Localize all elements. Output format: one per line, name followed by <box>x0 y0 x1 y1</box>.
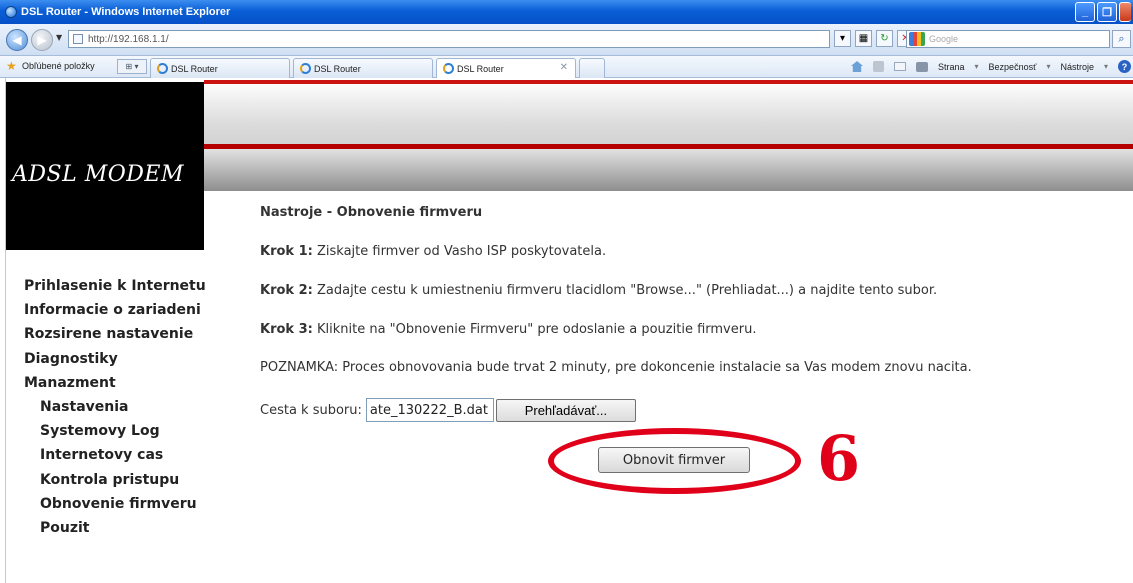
tab-label: DSL Router <box>457 63 504 74</box>
tools-menu[interactable]: Nástroje <box>1060 62 1094 72</box>
feeds-icon[interactable] <box>873 61 884 72</box>
logo-block: ADSL MODEM <box>6 82 204 250</box>
minimize-button[interactable]: _ <box>1075 2 1095 22</box>
annotation-step-number: 6 <box>817 422 861 495</box>
search-input[interactable]: Google <box>906 30 1110 48</box>
home-icon[interactable] <box>851 61 863 72</box>
ie-icon <box>5 6 17 18</box>
page-icon <box>73 34 83 44</box>
sidebar-item-apply[interactable]: Pouzit <box>24 516 206 540</box>
sidebar-item-diagnostics[interactable]: Diagnostiky <box>24 347 206 371</box>
tab-label: DSL Router <box>171 63 218 74</box>
address-toolbar: ◀ ▶ ▼ http://192.168.1.1/ ▾ ▦ ↻ ✕ Google… <box>0 24 1133 56</box>
refresh-icon[interactable]: ↻ <box>876 30 893 47</box>
file-path-row: Cesta k suboru: ate_130222_B.dat Prehľad… <box>260 398 636 422</box>
tab-ie-icon <box>300 63 311 74</box>
step-3-text: Kliknite na "Obnovenie Firmveru" pre odo… <box>316 322 757 337</box>
file-path-input[interactable]: ate_130222_B.dat <box>365 398 494 422</box>
page-title: Nastroje - Obnovenie firmveru <box>260 205 483 220</box>
window-titlebar: DSL Router - Windows Internet Explorer _… <box>0 0 1133 24</box>
sidebar-item-firmware-update[interactable]: Obnovenie firmveru <box>24 492 206 516</box>
step-2-text: Zadajte cestu k umiestneniu firmveru tla… <box>316 283 938 298</box>
tab-3-active[interactable]: DSL Router ✕ <box>436 58 576 78</box>
step-3: Krok 3: Kliknite na "Obnovenie Firmveru"… <box>260 322 756 337</box>
logo-text: ADSL MODEM <box>12 162 184 187</box>
print-icon[interactable] <box>916 61 928 72</box>
close-button[interactable] <box>1119 2 1131 22</box>
quick-tabs-button[interactable]: ⊞ ▾ <box>117 59 147 74</box>
search-icon[interactable]: ⌕ <box>1112 30 1131 48</box>
tab-ie-icon <box>443 63 454 74</box>
address-dropdown-icon[interactable]: ▾ <box>834 30 851 47</box>
forward-button[interactable]: ▶ <box>31 29 53 51</box>
step-3-label: Krok 3: <box>260 322 313 337</box>
page-menu[interactable]: Strana <box>938 62 965 72</box>
sidebar-item-device-info[interactable]: Informacie o zariadeni <box>24 298 206 322</box>
address-input[interactable]: http://192.168.1.1/ <box>68 30 830 48</box>
tab-ie-icon <box>157 63 168 74</box>
chevron-down-icon: ▾ <box>974 62 979 71</box>
sidebar-item-system-log[interactable]: Systemovy Log <box>24 419 206 443</box>
step-1: Krok 1: Ziskajte firmver od Vasho ISP po… <box>260 244 606 259</box>
favorites-label[interactable]: Obľúbené položky <box>22 61 95 71</box>
tab-close-icon[interactable]: ✕ <box>560 62 568 73</box>
compatibility-icon[interactable]: ▦ <box>855 30 872 47</box>
annotation-highlight-ellipse <box>548 428 801 494</box>
header-banner-lower <box>204 149 1133 191</box>
file-path-label: Cesta k suboru: <box>260 402 362 418</box>
step-1-text: Ziskajte firmver od Vasho ISP poskytovat… <box>316 244 607 259</box>
command-bar: Strana ▾ Bezpečnosť ▾ Nástroje ▾ ? <box>851 60 1131 73</box>
tab-2[interactable]: DSL Router <box>293 58 433 78</box>
address-actions: ▾ ▦ ↻ ✕ <box>834 30 914 47</box>
mail-icon[interactable] <box>894 62 906 71</box>
sidebar-item-advanced-setup[interactable]: Rozsirene nastavenie <box>24 322 206 346</box>
search-placeholder: Google <box>929 34 959 44</box>
browse-button[interactable]: Prehľadávať... <box>495 398 636 422</box>
favorites-bar: ★ Obľúbené položky ⊞ ▾ DSL Router DSL Ro… <box>0 56 1133 78</box>
sidebar-item-internet-time[interactable]: Internetovy cas <box>24 443 206 467</box>
maximize-button[interactable]: ❐ <box>1097 2 1117 22</box>
history-dropdown-icon[interactable]: ▼ <box>56 33 62 42</box>
sidebar-menu: Prihlasenie k Internetu Informacie o zar… <box>24 274 206 540</box>
header-red-line-top <box>204 80 1133 84</box>
safety-menu[interactable]: Bezpečnosť <box>989 62 1037 72</box>
help-icon[interactable]: ? <box>1118 60 1131 73</box>
step-1-label: Krok 1: <box>260 244 313 259</box>
new-tab-button[interactable] <box>579 58 605 78</box>
back-button[interactable]: ◀ <box>6 29 28 51</box>
google-logo-icon <box>909 32 925 46</box>
step-2-label: Krok 2: <box>260 283 313 298</box>
window-title: DSL Router - Windows Internet Explorer <box>21 6 231 18</box>
chevron-down-icon: ▾ <box>1103 62 1108 71</box>
sidebar-item-management[interactable]: Manazment <box>24 371 206 395</box>
sidebar-item-access-control[interactable]: Kontrola pristupu <box>24 468 206 492</box>
sidebar-item-settings[interactable]: Nastavenia <box>24 395 206 419</box>
favorites-star-icon[interactable]: ★ <box>6 59 17 73</box>
step-2: Krok 2: Zadajte cestu k umiestneniu firm… <box>260 283 937 298</box>
tab-1[interactable]: DSL Router <box>150 58 290 78</box>
sidebar-item-internet-login[interactable]: Prihlasenie k Internetu <box>24 274 206 298</box>
tab-label: DSL Router <box>314 63 361 74</box>
file-path-value: ate_130222_B.dat <box>369 402 488 418</box>
address-text: http://192.168.1.1/ <box>88 33 169 45</box>
note-text: POZNAMKA: Proces obnovovania bude trvat … <box>260 360 972 375</box>
chevron-down-icon: ▾ <box>1046 62 1051 71</box>
window-controls: _ ❐ <box>1075 2 1131 22</box>
